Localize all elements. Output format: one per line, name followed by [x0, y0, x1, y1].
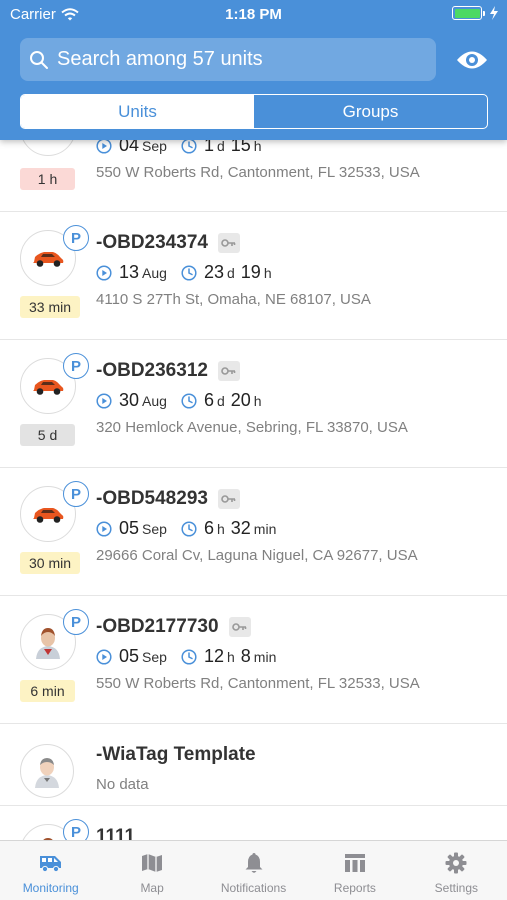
segment-groups[interactable]: Groups [254, 95, 487, 128]
parking-badge: P [63, 481, 89, 507]
duration-badge: 1 h [20, 168, 75, 190]
duration-badge: 30 min [20, 552, 81, 574]
clock-icon [181, 264, 197, 281]
parking-badge: P [63, 609, 89, 635]
bell-icon [245, 853, 263, 873]
tab-settings[interactable]: Settings [406, 841, 507, 900]
unit-avatar: P [20, 609, 89, 670]
person-icon [36, 628, 60, 659]
play-circle-icon [96, 264, 112, 281]
eye-icon [457, 51, 487, 69]
unit-row[interactable]: -WiaTag Template No data [0, 724, 507, 806]
unit-name: -OBD234374 [96, 232, 240, 254]
unit-address: 550 W Roberts Rd, Cantonment, FL 32533, … [96, 675, 420, 692]
key-icon [228, 617, 251, 637]
unit-row[interactable]: P -OBD2177730 05 Sep 12 h 8 min 550 W Ro… [0, 596, 507, 724]
segment-units[interactable]: Units [21, 95, 254, 128]
battery-icon [452, 6, 485, 20]
visibility-toggle-button[interactable] [455, 45, 489, 75]
unit-address: 320 Hemlock Avenue, Sebring, FL 33870, U… [96, 419, 408, 436]
reports-icon [344, 854, 365, 872]
clock-time: 1:18 PM [225, 6, 282, 23]
van-icon [39, 856, 61, 873]
status-bar: Carrier 1:18 PM [0, 0, 507, 28]
key-icon [217, 361, 240, 381]
car-icon [33, 252, 64, 267]
unit-row[interactable]: P -OBD236312 30 Aug 6 d 20 h 320 Hemlock… [0, 340, 507, 468]
key-icon [217, 489, 240, 509]
unit-name: 1111 [96, 826, 136, 840]
unit-address: 4110 S 27Th St, Omaha, NE 68107, USA [96, 291, 371, 308]
parking-badge: P [63, 353, 89, 379]
battery-indicator [452, 6, 499, 20]
header: Carrier 1:18 PM Units [0, 0, 507, 140]
search-bar[interactable] [20, 38, 436, 81]
unit-row[interactable]: P -OBD548293 05 Sep 6 h 32 min 29666 Cor… [0, 468, 507, 596]
tab-notifications[interactable]: Notifications [203, 841, 304, 900]
unit-row[interactable]: P 1111 [0, 806, 507, 840]
person-icon [35, 758, 59, 788]
parking-badge: P [63, 819, 89, 840]
unit-avatar: P [20, 225, 89, 286]
unit-avatar: P [20, 481, 89, 542]
parking-badge: P [63, 225, 89, 251]
unit-name: -OBD2177730 [96, 616, 251, 638]
tab-map[interactable]: Map [101, 841, 202, 900]
unit-address: 29666 Coral Cv, Laguna Niguel, CA 92677,… [96, 547, 418, 564]
duration-badge: 6 min [20, 680, 75, 702]
unit-status: No data [96, 776, 149, 793]
car-icon [33, 508, 64, 523]
clock-icon [181, 520, 197, 537]
unit-avatar: P [20, 353, 89, 414]
unit-timeline: 05 Sep 12 h 8 min [96, 646, 276, 667]
unit-timeline: 30 Aug 6 d 20 h [96, 390, 262, 411]
tab-reports[interactable]: Reports [304, 841, 405, 900]
play-circle-icon [96, 648, 112, 665]
gear-icon [445, 852, 467, 874]
map-icon [142, 854, 163, 872]
unit-avatar [20, 744, 74, 798]
key-icon [217, 233, 240, 253]
play-circle-icon [96, 520, 112, 537]
tab-bar: Monitoring Map Notifications Reports Set… [0, 840, 507, 900]
charging-icon [490, 6, 498, 20]
tab-monitoring[interactable]: Monitoring [0, 841, 101, 900]
search-icon [30, 50, 48, 69]
unit-timeline: 05 Sep 6 h 32 min [96, 518, 276, 539]
unit-name: -WiaTag Template [96, 744, 256, 765]
unit-avatar: P [20, 819, 89, 840]
play-circle-icon [96, 392, 112, 409]
clock-icon [181, 392, 197, 409]
duration-badge: 33 min [20, 296, 81, 318]
units-groups-segmented-control: Units Groups [20, 94, 488, 129]
duration-badge: 5 d [20, 424, 75, 446]
clock-icon [181, 648, 197, 665]
unit-timeline: 13 Aug 23 d 19 h [96, 262, 272, 283]
car-icon [33, 380, 64, 395]
search-input[interactable] [57, 48, 417, 71]
unit-row[interactable]: P -OBD234374 13 Aug 23 d 19 h 4110 S 27T… [0, 212, 507, 340]
unit-name: -OBD236312 [96, 360, 240, 382]
unit-address: 550 W Roberts Rd, Cantonment, FL 32533, … [96, 164, 420, 181]
unit-name: -OBD548293 [96, 488, 240, 510]
